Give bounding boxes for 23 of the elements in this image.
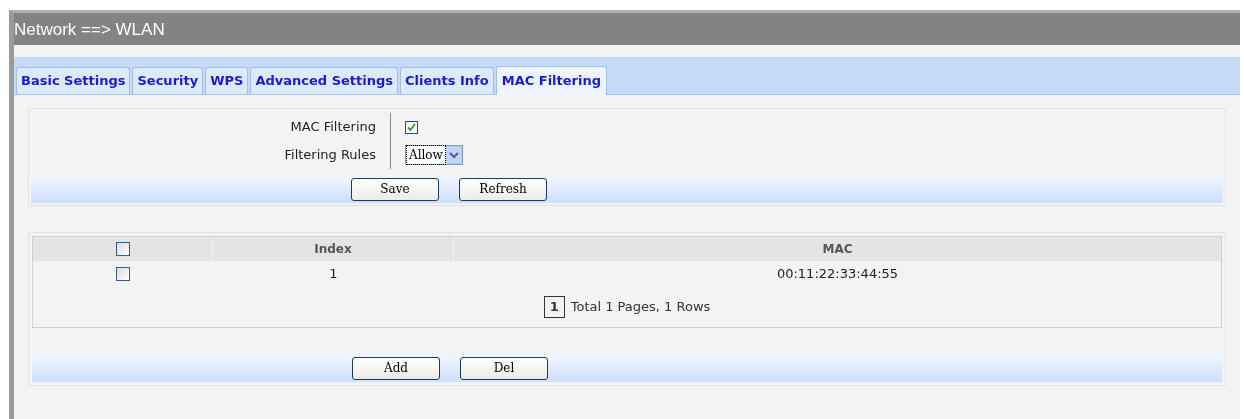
page-title: Network ==> WLAN [14, 20, 165, 38]
tab[interactable]: Security [132, 67, 204, 94]
tab[interactable]: MAC Filtering [495, 66, 608, 95]
tab[interactable]: Clients Info [400, 67, 494, 94]
checkbox[interactable] [405, 120, 418, 134]
field-label: Filtering Rules [284, 146, 376, 165]
column-header: MAC [822, 241, 853, 258]
tab[interactable]: Basic Settings [16, 67, 131, 94]
tab[interactable]: WPS [205, 67, 249, 94]
rules-dropdown[interactable]: Allow [405, 145, 463, 165]
action-button[interactable]: Save [351, 177, 439, 201]
checkbox[interactable] [116, 267, 130, 281]
action-button[interactable]: Del [460, 356, 548, 380]
table-cell-text: 00:11:22:33:44:55 [776, 265, 899, 284]
action-button[interactable]: Add [352, 356, 440, 380]
table-cell-text: 1 [329, 265, 338, 284]
pager-summary: Total 1 Pages, 1 Rows [570, 298, 711, 317]
field-label: MAC Filtering [290, 118, 376, 137]
page-number[interactable]: 1 [543, 296, 565, 318]
column-header: Index [314, 241, 352, 258]
action-button[interactable]: Refresh [459, 177, 547, 201]
checkbox[interactable] [115, 242, 130, 256]
tab[interactable]: Advanced Settings [250, 67, 398, 94]
